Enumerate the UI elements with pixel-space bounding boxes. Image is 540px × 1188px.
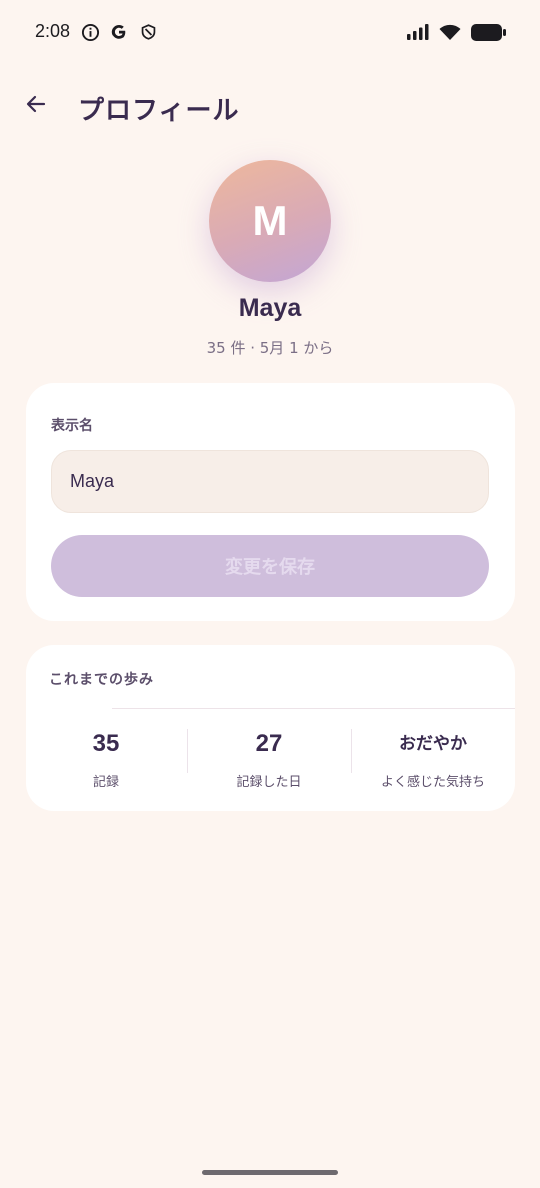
google-icon bbox=[109, 22, 129, 42]
signal-icon bbox=[406, 22, 430, 42]
save-changes-button[interactable]: 変更を保存 bbox=[51, 535, 489, 597]
stats-title: これまでの歩み bbox=[49, 672, 154, 688]
stat-value: 27 bbox=[255, 730, 283, 757]
avatar-initial: M bbox=[252, 197, 288, 244]
info-icon bbox=[80, 22, 100, 42]
app-bar: プロフィール bbox=[0, 78, 540, 138]
wifi-icon bbox=[438, 22, 462, 42]
stat-value: 35 bbox=[92, 730, 120, 757]
shield-icon bbox=[138, 22, 158, 42]
back-button[interactable] bbox=[16, 84, 56, 124]
stat-label: 記録 bbox=[92, 775, 119, 790]
stats-divider bbox=[112, 708, 515, 709]
profile-meta: 35 件 · 5月 1 から bbox=[206, 339, 334, 357]
status-time: 2:08 bbox=[35, 21, 71, 41]
page-title: プロフィール bbox=[78, 96, 240, 126]
stat-value: おだやか bbox=[399, 734, 467, 754]
profile-screen: 2:08 プロフィール M Maya 35 件 · 5月 1 から 表示名 Ma… bbox=[0, 0, 540, 1188]
arrow-left-icon bbox=[26, 95, 46, 113]
display-name-input[interactable] bbox=[51, 450, 489, 513]
journey-stats-card: これまでの歩み 35 記録 27 記録した日 おだやか よく感じた気持ち bbox=[26, 645, 515, 811]
stat-label: 記録した日 bbox=[236, 775, 302, 790]
stat-separator bbox=[187, 729, 188, 773]
stat-top-mood: おだやか よく感じた気持ち bbox=[366, 729, 500, 790]
stat-label: よく感じた気持ち bbox=[380, 775, 485, 790]
status-icons-left bbox=[80, 22, 158, 42]
display-name-label: 表示名 bbox=[51, 418, 93, 434]
home-indicator[interactable] bbox=[202, 1170, 338, 1175]
status-bar: 2:08 bbox=[0, 0, 540, 64]
display-name-card: 表示名 変更を保存 bbox=[26, 383, 515, 621]
profile-name: Maya bbox=[238, 294, 302, 322]
status-icons-right bbox=[406, 22, 506, 42]
stat-entries: 35 記録 bbox=[56, 729, 156, 790]
stat-days: 27 記録した日 bbox=[209, 729, 329, 790]
stat-separator bbox=[351, 729, 352, 773]
battery-icon bbox=[470, 22, 506, 42]
avatar: M bbox=[209, 160, 331, 282]
